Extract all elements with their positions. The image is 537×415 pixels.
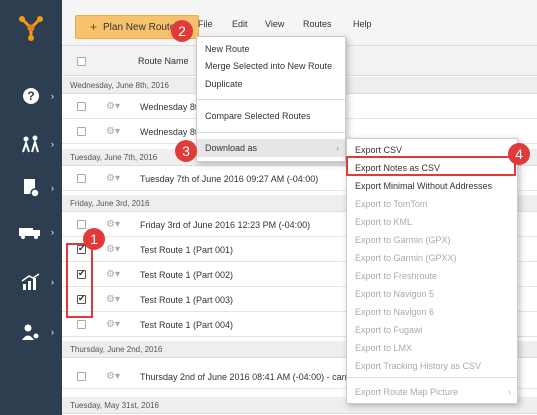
menu-item-export-tomtom: Export to TomTom: [355, 199, 428, 209]
route-name[interactable]: Test Route 1 (Part 003): [140, 295, 233, 305]
svg-text:?: ?: [27, 89, 34, 103]
plan-new-route-label: Plan New Route: [103, 21, 176, 33]
route-name[interactable]: Tuesday 7th of June 2016 09:27 AM (-04:0…: [140, 174, 318, 184]
annotation-badge-3: 3: [175, 140, 197, 162]
chevron-right-icon: ›: [51, 139, 54, 149]
menu-edit[interactable]: Edit: [232, 19, 248, 29]
select-all-checkbox[interactable]: [77, 57, 86, 66]
menu-routes[interactable]: Routes: [303, 19, 332, 29]
sidebar-item-vehicles[interactable]: ›: [0, 212, 62, 252]
annotation-badge-2: 2: [171, 20, 193, 42]
route-name[interactable]: Thursday 2nd of June 2016 08:41 AM (-04:…: [140, 372, 348, 382]
menu-item-export-fugawi: Export to Fugawi: [355, 325, 423, 335]
analytics-chart-icon: [21, 273, 40, 290]
menu-item-export-map-picture: Export Route Map Picture ›: [347, 383, 517, 401]
download-submenu: Export CSV Export Notes as CSV Export Mi…: [346, 138, 518, 404]
export-notes-highlight-box: [346, 156, 516, 176]
menu-help[interactable]: Help: [353, 19, 372, 29]
checkbox-highlight-box: [66, 243, 93, 318]
chevron-right-icon: ›: [51, 327, 54, 337]
sidebar-item-reports[interactable]: ›: [0, 168, 62, 208]
gear-dropdown-icon[interactable]: ⚙▾: [106, 126, 120, 137]
menu-item-export-tracking-history: Export Tracking History as CSV: [355, 361, 482, 371]
sidebar-item-analytics[interactable]: ›: [0, 262, 62, 302]
download-as-label: Download as: [205, 143, 258, 153]
menu-item-export-minimal[interactable]: Export Minimal Without Addresses: [347, 177, 517, 195]
sidebar-item-help[interactable]: ? ›: [0, 76, 62, 116]
gear-dropdown-icon[interactable]: ⚙▾: [106, 219, 120, 230]
menu-item-export-gpxx: Export to Garmin (GPXX): [355, 253, 457, 263]
gear-dropdown-icon[interactable]: ⚙▾: [106, 173, 120, 184]
route-name[interactable]: Test Route 1 (Part 002): [140, 270, 233, 280]
row-checkbox[interactable]: [77, 127, 86, 136]
menu-item-duplicate[interactable]: Duplicate: [197, 75, 345, 93]
gear-dropdown-icon[interactable]: ⚙▾: [106, 294, 120, 305]
menu-item-export-lmx: Export to LMX: [355, 343, 413, 353]
chevron-right-icon: ›: [51, 183, 54, 193]
annotation-badge-4: 4: [508, 143, 530, 165]
menu-item-merge[interactable]: Merge Selected into New Route: [197, 57, 345, 75]
menu-view[interactable]: View: [265, 19, 284, 29]
menu-item-export-navigon5: Export to Navigon 5: [355, 289, 435, 299]
menu-item-compare[interactable]: Compare Selected Routes: [197, 107, 345, 125]
chevron-right-icon: ›: [336, 143, 339, 153]
truck-users-icon: [19, 228, 40, 239]
menu-item-new-route[interactable]: New Route: [197, 40, 345, 58]
gear-dropdown-icon[interactable]: ⚙▾: [106, 371, 120, 382]
file-menu: New Route Merge Selected into New Route …: [196, 36, 346, 162]
row-checkbox[interactable]: [77, 320, 86, 329]
chevron-right-icon: ›: [51, 227, 54, 237]
route-name[interactable]: Test Route 1 (Part 001): [140, 245, 233, 255]
plus-icon: +: [90, 20, 98, 34]
app-logo[interactable]: [0, 0, 62, 55]
gear-dropdown-icon[interactable]: ⚙▾: [106, 269, 120, 280]
menu-separator: [197, 132, 345, 133]
annotation-badge-1: 1: [83, 228, 105, 250]
menu-item-export-navigon6: Export to Navigon 6: [355, 307, 435, 317]
help-icon: ?: [23, 88, 39, 104]
menu-file[interactable]: File: [198, 19, 213, 29]
gear-dropdown-icon[interactable]: ⚙▾: [106, 319, 120, 330]
row-checkbox[interactable]: [77, 102, 86, 111]
menu-item-export-freshroute: Export to Freshroute: [355, 271, 438, 281]
sidebar-item-user-settings[interactable]: ›: [0, 312, 62, 352]
route-people-icon: [22, 135, 39, 153]
column-route-name[interactable]: Route Name: [138, 56, 189, 66]
route-logo-icon: [19, 15, 43, 41]
menu-item-export-gpx: Export to Garmin (GPX): [355, 235, 451, 245]
sidebar: ? › › › › › ›: [0, 0, 62, 415]
menu-separator: [347, 377, 517, 378]
chevron-right-icon: ›: [508, 387, 511, 397]
menu-item-download-as[interactable]: Download as ›: [197, 139, 345, 157]
gear-dropdown-icon[interactable]: ⚙▾: [106, 101, 120, 112]
row-checkbox[interactable]: [77, 372, 86, 381]
row-checkbox[interactable]: [77, 220, 86, 229]
menu-item-export-kml: Export to KML: [355, 217, 413, 227]
export-map-picture-label: Export Route Map Picture: [355, 387, 459, 397]
menu-separator: [197, 99, 345, 100]
sidebar-item-routes[interactable]: ›: [0, 124, 62, 164]
user-settings-icon: [22, 324, 40, 340]
row-checkbox[interactable]: [77, 174, 86, 183]
chevron-right-icon: ›: [51, 277, 54, 287]
document-settings-icon: [24, 179, 40, 198]
route-name[interactable]: Friday 3rd of June 2016 12:23 PM (-04:00…: [140, 220, 310, 230]
route-name[interactable]: Test Route 1 (Part 004): [140, 320, 233, 330]
gear-dropdown-icon[interactable]: ⚙▾: [106, 244, 120, 255]
chevron-right-icon: ›: [51, 91, 54, 101]
